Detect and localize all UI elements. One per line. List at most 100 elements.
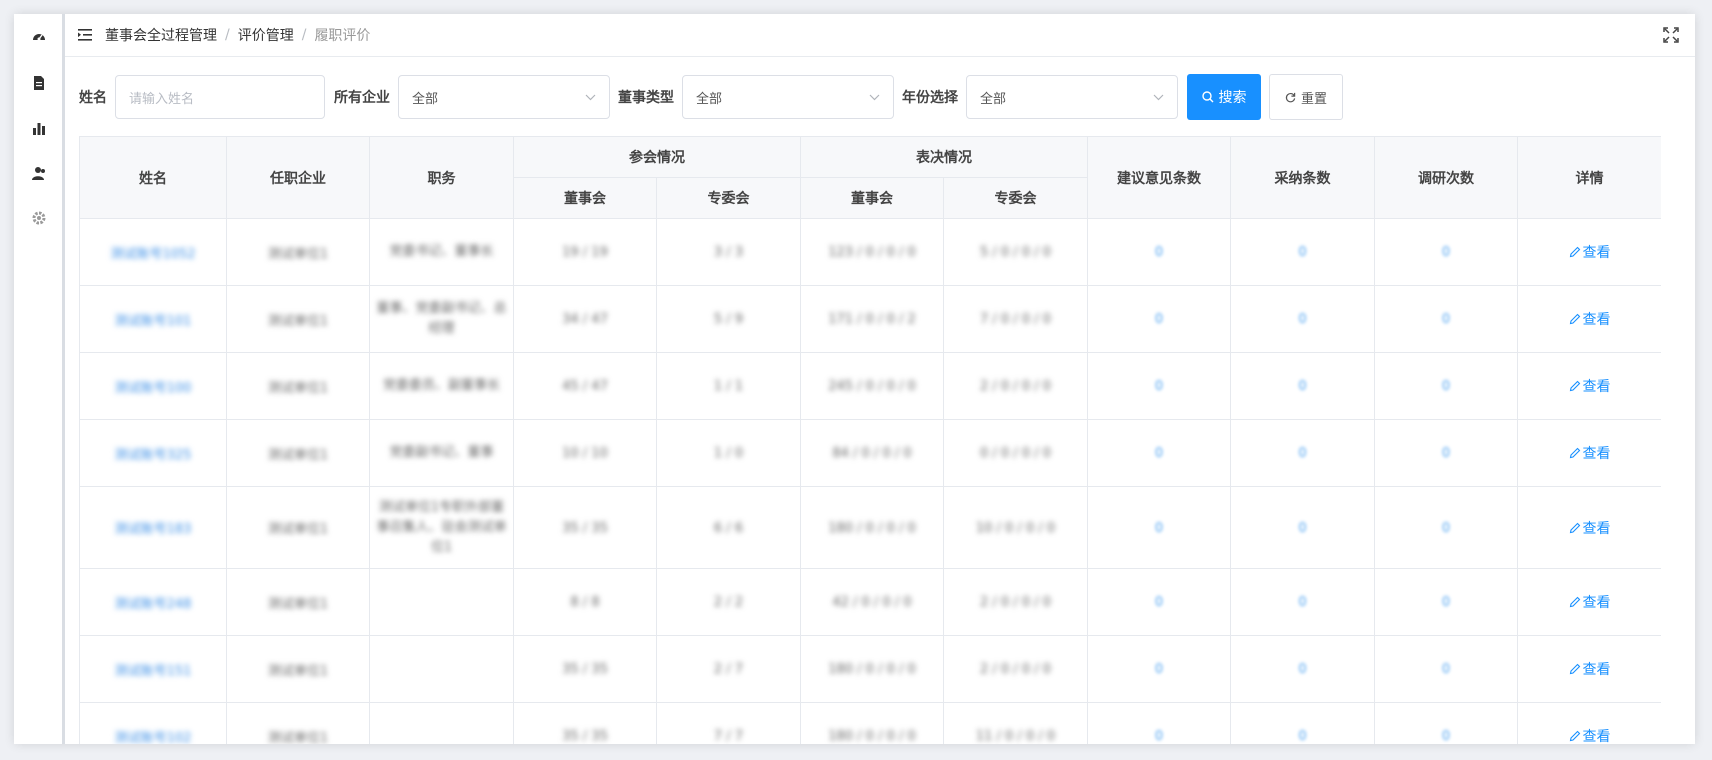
research-cell: 0	[1374, 568, 1518, 636]
adopted-cell-text[interactable]: 0	[1298, 595, 1306, 610]
attendance-board-cell-text: 19 / 19	[562, 245, 608, 260]
dashboard-icon[interactable]	[31, 28, 47, 44]
view-link[interactable]: 查看	[1569, 309, 1611, 329]
adopted-cell-text[interactable]: 0	[1298, 312, 1306, 327]
voting-committee-cell-text: 7 / 0 / 0 / 0	[979, 312, 1052, 327]
company-cell: 测试单位1	[226, 635, 370, 703]
name-cell-text[interactable]: 测试账号102	[115, 731, 192, 745]
research-cell-text[interactable]: 0	[1442, 662, 1450, 677]
name-cell: 测试账号1052	[79, 218, 227, 286]
breadcrumb-item[interactable]: 董事会全过程管理	[105, 25, 217, 45]
adopted-cell-text[interactable]: 0	[1298, 379, 1306, 394]
research-cell-text[interactable]: 0	[1442, 521, 1450, 536]
view-link[interactable]: 查看	[1569, 518, 1611, 538]
document-icon[interactable]	[31, 75, 47, 91]
users-icon[interactable]	[31, 165, 47, 181]
research-cell-text[interactable]: 0	[1442, 245, 1450, 260]
suggestions-cell: 0	[1087, 352, 1231, 420]
adopted-cell: 0	[1230, 352, 1375, 420]
adopted-cell: 0	[1230, 419, 1375, 487]
name-cell-text[interactable]: 测试账号151	[115, 664, 192, 679]
reset-button[interactable]: 重置	[1269, 74, 1343, 120]
name-input[interactable]: 请输入姓名	[115, 75, 325, 119]
suggestions-cell: 0	[1087, 285, 1231, 353]
suggestions-cell-text[interactable]: 0	[1155, 521, 1163, 536]
company-select[interactable]: 全部	[398, 75, 610, 119]
attendance-committee-cell-text: 1 / 0	[713, 446, 744, 461]
suggestions-cell-text[interactable]: 0	[1155, 379, 1163, 394]
adopted-cell: 0	[1230, 635, 1375, 703]
name-cell-text[interactable]: 测试账号183	[115, 522, 192, 537]
breadcrumb-item[interactable]: 评价管理	[238, 25, 294, 45]
research-cell-text[interactable]: 0	[1442, 379, 1450, 394]
company-cell: 测试单位1	[226, 419, 370, 487]
research-cell: 0	[1374, 218, 1518, 286]
edit-icon	[1569, 596, 1580, 608]
attendance-committee-cell: 1 / 1	[656, 352, 801, 420]
settings-icon[interactable]	[31, 210, 47, 226]
view-link[interactable]: 查看	[1569, 376, 1611, 396]
suggestions-cell-text[interactable]: 0	[1155, 729, 1163, 744]
edit-icon	[1569, 447, 1580, 459]
name-input-placeholder: 请输入姓名	[129, 91, 195, 107]
suggestions-cell-text[interactable]: 0	[1155, 446, 1163, 461]
voting-board-cell-text: 245 / 0 / 0 / 0	[828, 379, 916, 394]
name-cell: 测试账号248	[79, 568, 227, 636]
header-attendance: 参会情况	[513, 136, 801, 178]
name-cell-text[interactable]: 测试账号101	[115, 314, 192, 329]
year-select[interactable]: 全部	[966, 75, 1178, 119]
name-cell: 测试账号101	[79, 285, 227, 353]
view-link[interactable]: 查看	[1569, 443, 1611, 463]
company-cell: 测试单位1	[226, 285, 370, 353]
suggestions-cell-text[interactable]: 0	[1155, 312, 1163, 327]
bar-chart-icon[interactable]	[31, 120, 47, 136]
search-button[interactable]: 搜索	[1187, 74, 1261, 120]
adopted-cell: 0	[1230, 486, 1375, 569]
header-position: 职务	[369, 136, 514, 219]
name-cell-text[interactable]: 测试账号325	[115, 448, 192, 463]
voting-board-cell: 180 / 0 / 0 / 0	[800, 635, 944, 703]
research-cell-text[interactable]: 0	[1442, 312, 1450, 327]
header-suggestions: 建议意见条数	[1087, 136, 1231, 219]
fullscreen-icon[interactable]	[1663, 27, 1679, 43]
suggestions-cell-text[interactable]: 0	[1155, 245, 1163, 260]
suggestions-cell-text[interactable]: 0	[1155, 595, 1163, 610]
adopted-cell-text[interactable]: 0	[1298, 245, 1306, 260]
research-cell: 0	[1374, 352, 1518, 420]
view-link[interactable]: 查看	[1569, 242, 1611, 262]
table-row: 测试账号248 测试单位1 8 / 8 2 / 2 42 / 0 / 0 / 0 2 / …	[79, 568, 1661, 636]
adopted-cell-text[interactable]: 0	[1298, 446, 1306, 461]
name-cell-text[interactable]: 测试账号248	[115, 597, 192, 612]
adopted-cell-text[interactable]: 0	[1298, 662, 1306, 677]
attendance-committee-cell-text: 2 / 7	[713, 662, 744, 677]
table-row: 测试账号100 测试单位1 党委委员、副董事长 45 / 47 1 / 1 245 / 0…	[79, 352, 1661, 420]
view-link[interactable]: 查看	[1569, 659, 1611, 679]
research-cell-text[interactable]: 0	[1442, 595, 1450, 610]
voting-board-cell: 84 / 0 / 0 / 0	[800, 419, 944, 487]
voting-committee-cell-text: 10 / 0 / 0 / 0	[975, 520, 1056, 536]
main-content: 董事会全过程管理 / 评价管理 / 履职评价 姓名 请输入姓名 所有企业 全部	[65, 14, 1695, 744]
company-filter-label: 所有企业	[334, 90, 390, 106]
view-link[interactable]: 查看	[1569, 726, 1611, 744]
attendance-committee-cell: 1 / 0	[656, 419, 801, 487]
position-cell-text: 测试单位1专职外部董事召集人、驻会测试单位1	[376, 499, 507, 555]
director-type-select-value: 全部	[696, 91, 723, 107]
research-cell-text[interactable]: 0	[1442, 729, 1450, 744]
voting-committee-cell: 2 / 0 / 0 / 0	[943, 568, 1088, 636]
director-type-select[interactable]: 全部	[682, 75, 894, 119]
company-cell-text: 测试单位1	[267, 246, 329, 262]
adopted-cell-text[interactable]: 0	[1298, 729, 1306, 744]
name-cell: 测试账号183	[79, 486, 227, 569]
name-cell-text[interactable]: 测试账号100	[115, 381, 192, 396]
voting-committee-cell: 11 / 0 / 0 / 0	[943, 702, 1088, 744]
attendance-committee-cell-text: 6 / 6	[713, 520, 744, 536]
view-link[interactable]: 查看	[1569, 592, 1611, 612]
attendance-committee-cell: 3 / 3	[656, 218, 801, 286]
suggestions-cell-text[interactable]: 0	[1155, 662, 1163, 677]
adopted-cell-text[interactable]: 0	[1298, 521, 1306, 536]
research-cell-text[interactable]: 0	[1442, 446, 1450, 461]
suggestions-cell: 0	[1087, 702, 1231, 744]
menu-toggle-icon[interactable]	[65, 14, 105, 56]
attendance-board-cell-text: 8 / 8	[570, 595, 600, 610]
name-cell-text[interactable]: 测试账号1052	[110, 247, 195, 262]
